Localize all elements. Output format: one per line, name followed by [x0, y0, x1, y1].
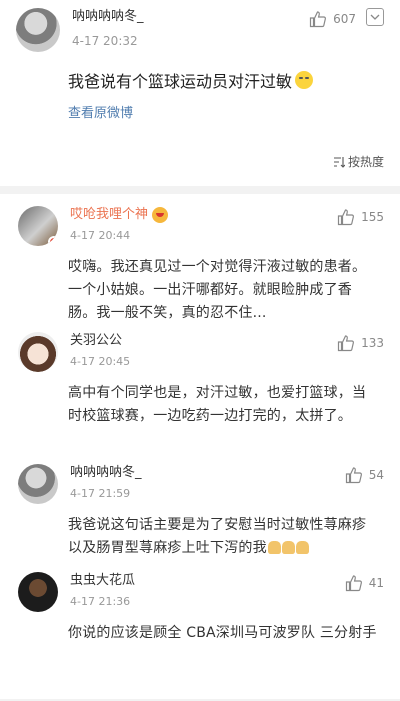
comment-text: 我爸说这句话主要是为了安慰当时过敏性荨麻疹以及肠胃型荨麻疹上吐下泻的我 — [68, 517, 367, 556]
sort-label: 按热度 — [347, 155, 384, 169]
comment-text: 你说的应该是顾全 CBA深圳马可波罗队 三分射手 — [68, 625, 377, 641]
comment-time: 4-17 21:36 — [70, 595, 131, 608]
chevron-down-icon — [370, 14, 380, 20]
comment-like-button[interactable]: 54 — [345, 466, 384, 484]
section-divider — [0, 186, 400, 194]
sort-by-hot-button[interactable]: 按热度 — [333, 153, 384, 170]
sort-icon — [333, 156, 345, 168]
avatar[interactable] — [16, 8, 60, 52]
thumbs-up-icon — [309, 11, 327, 28]
pray-emoji-icon — [267, 541, 281, 554]
avatar[interactable] — [18, 332, 58, 372]
thumbs-up-icon — [337, 209, 355, 226]
post-time: 4-17 20:32 — [72, 34, 138, 48]
post-like-count: 607 — [333, 12, 356, 26]
pray-emoji-icon — [281, 541, 295, 554]
post-text: 我爸说有个篮球运动员对汗过敏 — [68, 72, 293, 91]
thumbs-up-icon — [337, 335, 355, 352]
more-options-button[interactable] — [366, 8, 384, 26]
comment-item: 哎呛我哩个神 4-17 20:44 155 哎嗨。我还真见过一个对觉得汗液过敏的… — [0, 194, 400, 321]
sweat-smile-emoji-icon — [295, 71, 314, 89]
comment-like-button[interactable]: 41 — [345, 574, 384, 592]
verified-badge-icon — [48, 236, 58, 246]
like-count: 41 — [368, 576, 384, 590]
comment-like-button[interactable]: 133 — [337, 334, 384, 352]
avatar[interactable] — [18, 206, 58, 246]
original-post: 呐呐呐呐冬_ 4-17 20:32 607 我爸说有个篮球运动员对汗过敏 查看原… — [0, 0, 400, 186]
comment-time: 4-17 20:44 — [70, 229, 131, 242]
post-like-button[interactable]: 607 — [309, 10, 356, 28]
like-count: 133 — [361, 336, 384, 350]
comment-item: 关羽公公 4-17 20:45 133 高中有个同学也是，对汗过敏，也爱打篮球，… — [0, 320, 400, 452]
author-name: 哎呛我哩个神 — [70, 207, 149, 222]
avatar[interactable] — [18, 572, 58, 612]
view-original-link[interactable]: 查看原微博 — [68, 102, 384, 121]
thumbs-up-icon — [345, 467, 362, 484]
comment-text: 高中有个同学也是，对汗过敏，也爱打篮球，当时校篮球赛，一边吃药一边打完的，太拼了… — [68, 385, 367, 424]
comment-time: 4-17 20:45 — [70, 355, 131, 368]
comment-time: 4-17 21:59 — [70, 487, 131, 500]
comment-author[interactable]: 虫虫大花瓜 — [70, 572, 384, 590]
thumbs-up-icon — [345, 575, 362, 592]
comment-author[interactable]: 呐呐呐呐冬_ — [70, 464, 384, 482]
comment-list: 哎呛我哩个神 4-17 20:44 155 哎嗨。我还真见过一个对觉得汗液过敏的… — [0, 194, 400, 699]
comment-text: 哎嗨。我还真见过一个对觉得汗液过敏的患者。一个小姑娘。一出汗哪都好。就眼睑肿成了… — [68, 259, 367, 321]
pray-emoji-icon — [295, 541, 309, 554]
comment-item: 虫虫大花瓜 4-17 21:36 41 你说的应该是顾全 CBA深圳马可波罗队 … — [0, 560, 400, 699]
post-body: 我爸说有个篮球运动员对汗过敏 — [68, 68, 384, 92]
post-header: 呐呐呐呐冬_ 4-17 20:32 607 — [16, 8, 384, 52]
avatar[interactable] — [18, 464, 58, 504]
comment-item: 呐呐呐呐冬_ 4-17 21:59 54 我爸说这句话主要是为了安慰当时过敏性荨… — [0, 452, 400, 560]
like-count: 54 — [368, 468, 384, 482]
like-count: 155 — [361, 210, 384, 224]
comment-like-button[interactable]: 155 — [337, 208, 384, 226]
comment-body: 我爸说这句话主要是为了安慰当时过敏性荨麻疹以及肠胃型荨麻疹上吐下泻的我 — [68, 514, 384, 560]
member-badge-icon — [152, 206, 169, 223]
